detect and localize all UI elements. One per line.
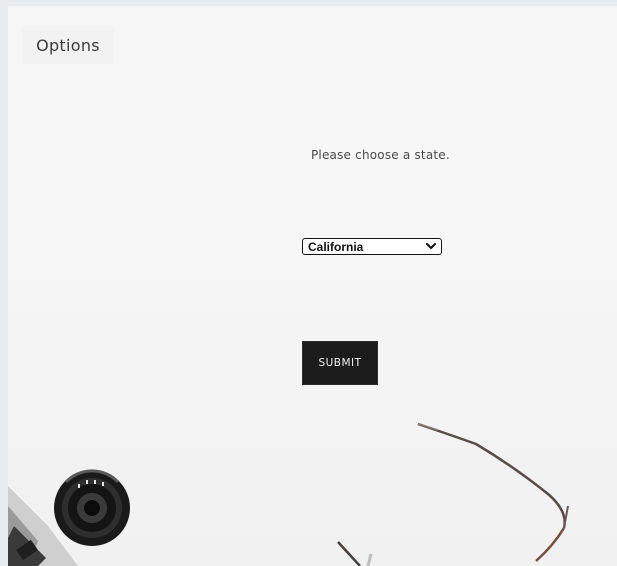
glasses-image xyxy=(337,422,569,566)
page-frame: Options Please choose a state. Californi… xyxy=(8,6,617,566)
